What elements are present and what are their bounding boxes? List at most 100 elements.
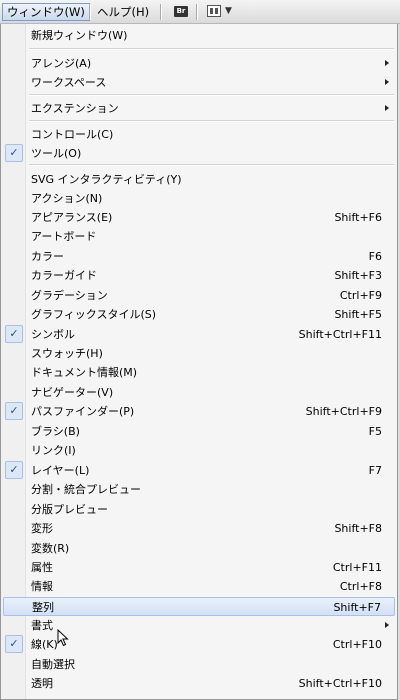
menu-item[interactable]: グラデーション Ctrl+F9 xyxy=(3,286,395,305)
menu-item-label: リンク(I) xyxy=(31,444,76,457)
menu-item-label: 属性 xyxy=(31,561,53,574)
menu-item-label: 透明 xyxy=(31,677,53,690)
menu-item-label: ワークスペース xyxy=(31,76,107,89)
menu-item-label: 線(K) xyxy=(31,638,58,651)
checkmark-icon: ✓ xyxy=(5,144,23,162)
bridge-icon[interactable]: Br xyxy=(174,6,188,17)
menubar-divider xyxy=(89,4,90,20)
menu-item-shortcut: Shift+Ctrl+F9 xyxy=(305,405,382,418)
menu-item-label: アートボード xyxy=(31,230,97,243)
menu-item[interactable]: リンク(I) xyxy=(3,441,395,460)
menu-item[interactable]: 自動選択 xyxy=(3,655,395,674)
menu-item-label: グラフィックスタイル(S) xyxy=(31,308,157,321)
menu-item[interactable]: 分版プレビュー xyxy=(3,500,395,519)
submenu-arrow-icon xyxy=(385,79,389,85)
menu-item[interactable]: アピアランス(E) Shift+F6 xyxy=(3,208,395,227)
menu-item-shortcut: Shift+F6 xyxy=(334,211,382,224)
menu-item-label: コントロール(C) xyxy=(31,128,114,141)
menu-item-label: レイヤー(L) xyxy=(31,464,90,477)
menu-item[interactable]: カラー F6 xyxy=(3,247,395,266)
menu-item-shortcut: Shift+F3 xyxy=(334,269,382,282)
menu-item[interactable]: 変形 Shift+F8 xyxy=(3,519,395,538)
menu-item-label: ツール(O) xyxy=(31,147,82,160)
menu-item-label: パスファインダー(P) xyxy=(31,405,135,418)
menu-item[interactable]: 属性 Ctrl+F11 xyxy=(3,558,395,577)
menu-item-label: 整列 xyxy=(32,601,54,614)
menu-item-shortcut: Shift+Ctrl+F10 xyxy=(298,677,382,690)
menu-item-label: スウォッチ(H) xyxy=(31,347,103,360)
menu-item-label: 分版プレビュー xyxy=(31,503,108,516)
menu-item-shortcut: Shift+F7 xyxy=(333,601,381,614)
menu-item-shortcut: F5 xyxy=(368,425,382,438)
menu-item[interactable]: アレンジ(A) xyxy=(3,54,395,73)
menu-item-shortcut: F7 xyxy=(368,464,382,477)
menu-item-label: ブラシ(B) xyxy=(31,425,80,438)
submenu-arrow-icon xyxy=(385,622,389,628)
workspace-layout-icon[interactable] xyxy=(207,5,221,17)
menu-item-label: 書式 xyxy=(31,619,53,632)
menu-item[interactable]: アクション(N) xyxy=(3,189,395,208)
menu-item[interactable]: ワークスペース xyxy=(3,73,395,92)
submenu-arrow-icon xyxy=(385,60,389,66)
menu-item[interactable]: 整列 Shift+F7 xyxy=(3,597,395,616)
menu-item[interactable]: コントロール(C) xyxy=(3,125,395,144)
menu-item-label: アピアランス(E) xyxy=(31,211,113,224)
menu-item-label: 新規ウィンドウ(W) xyxy=(31,29,128,42)
menu-item[interactable]: ブラシ(B) F5 xyxy=(3,422,395,441)
menu-item-shortcut: Ctrl+F11 xyxy=(332,561,382,574)
mouse-cursor-icon xyxy=(57,629,69,647)
menu-item-label: 変数(R) xyxy=(31,542,70,555)
menu-item[interactable]: 変数(R) xyxy=(3,539,395,558)
submenu-arrow-icon xyxy=(385,105,389,111)
menu-item-shortcut: Ctrl+F9 xyxy=(339,289,382,302)
menu-separator xyxy=(29,120,394,121)
menu-item-shortcut: Shift+Ctrl+F11 xyxy=(298,328,382,341)
menu-item[interactable]: ✓ シンボル Shift+Ctrl+F11 xyxy=(3,325,395,344)
menu-item-label: 情報 xyxy=(31,580,53,593)
menu-item[interactable]: 分割・統合プレビュー xyxy=(3,480,395,499)
menubar-window[interactable]: ウィンドウ(W) xyxy=(2,3,90,21)
menu-item-label: アクション(N) xyxy=(31,192,103,205)
menu-item-label: アレンジ(A) xyxy=(31,57,92,70)
menu-item-shortcut: F6 xyxy=(368,250,382,263)
menu-item-label: シンボル xyxy=(31,328,75,341)
menu-item-label: カラーガイド xyxy=(31,269,97,282)
menubar-divider xyxy=(196,4,197,20)
menubar-help[interactable]: ヘルプ(H) xyxy=(92,3,154,21)
menu-item-shortcut: Shift+F5 xyxy=(334,308,382,321)
menu-item[interactable]: アートボード xyxy=(3,227,395,246)
menu-item-label: エクステンション xyxy=(31,102,119,115)
chevron-down-icon[interactable]: ▼ xyxy=(225,6,232,16)
menu-item[interactable]: 新規ウィンドウ(W) xyxy=(3,26,395,45)
menu-item-label: 自動選択 xyxy=(31,658,75,671)
menu-item-shortcut: Ctrl+F10 xyxy=(332,638,382,651)
menu-item[interactable]: 透明 Shift+Ctrl+F10 xyxy=(3,674,395,693)
menubar-divider xyxy=(160,4,161,20)
menu-item-label: カラー xyxy=(31,250,64,263)
menu-item-label: ドキュメント情報(M) xyxy=(31,366,138,379)
menu-separator xyxy=(29,94,394,95)
checkmark-icon: ✓ xyxy=(5,461,23,479)
menu-item-label: 変形 xyxy=(31,522,53,535)
menu-item-shortcut: Ctrl+F8 xyxy=(339,580,382,593)
menu-item[interactable]: ナビゲーター(V) xyxy=(3,383,395,402)
menu-item[interactable]: ✓ ツール(O) xyxy=(3,144,395,163)
menu-item[interactable]: 情報 Ctrl+F8 xyxy=(3,577,395,596)
menu-item[interactable]: スウォッチ(H) xyxy=(3,344,395,363)
menu-item-label: 分割・統合プレビュー xyxy=(31,483,141,496)
menu-item[interactable]: エクステンション xyxy=(3,99,395,118)
menu-separator xyxy=(29,164,394,165)
menu-item[interactable]: ✓ パスファインダー(P) Shift+Ctrl+F9 xyxy=(3,402,395,421)
menu-separator xyxy=(29,48,394,49)
menu-item-label: SVG インタラクティビティ(Y) xyxy=(31,173,182,186)
menu-item[interactable]: グラフィックスタイル(S) Shift+F5 xyxy=(3,305,395,324)
menu-bar: ウィンドウ(W) ヘルプ(H) Br ▼ xyxy=(0,0,400,24)
checkmark-icon: ✓ xyxy=(5,635,23,653)
menu-item[interactable]: ドキュメント情報(M) xyxy=(3,363,395,382)
menu-item-shortcut: Shift+F8 xyxy=(334,522,382,535)
menu-item[interactable]: SVG インタラクティビティ(Y) xyxy=(3,170,395,189)
menu-item[interactable]: ✓ レイヤー(L) F7 xyxy=(3,461,395,480)
checkmark-icon: ✓ xyxy=(5,325,23,343)
menu-item[interactable]: カラーガイド Shift+F3 xyxy=(3,266,395,285)
menu-item-label: グラデーション xyxy=(31,289,108,302)
